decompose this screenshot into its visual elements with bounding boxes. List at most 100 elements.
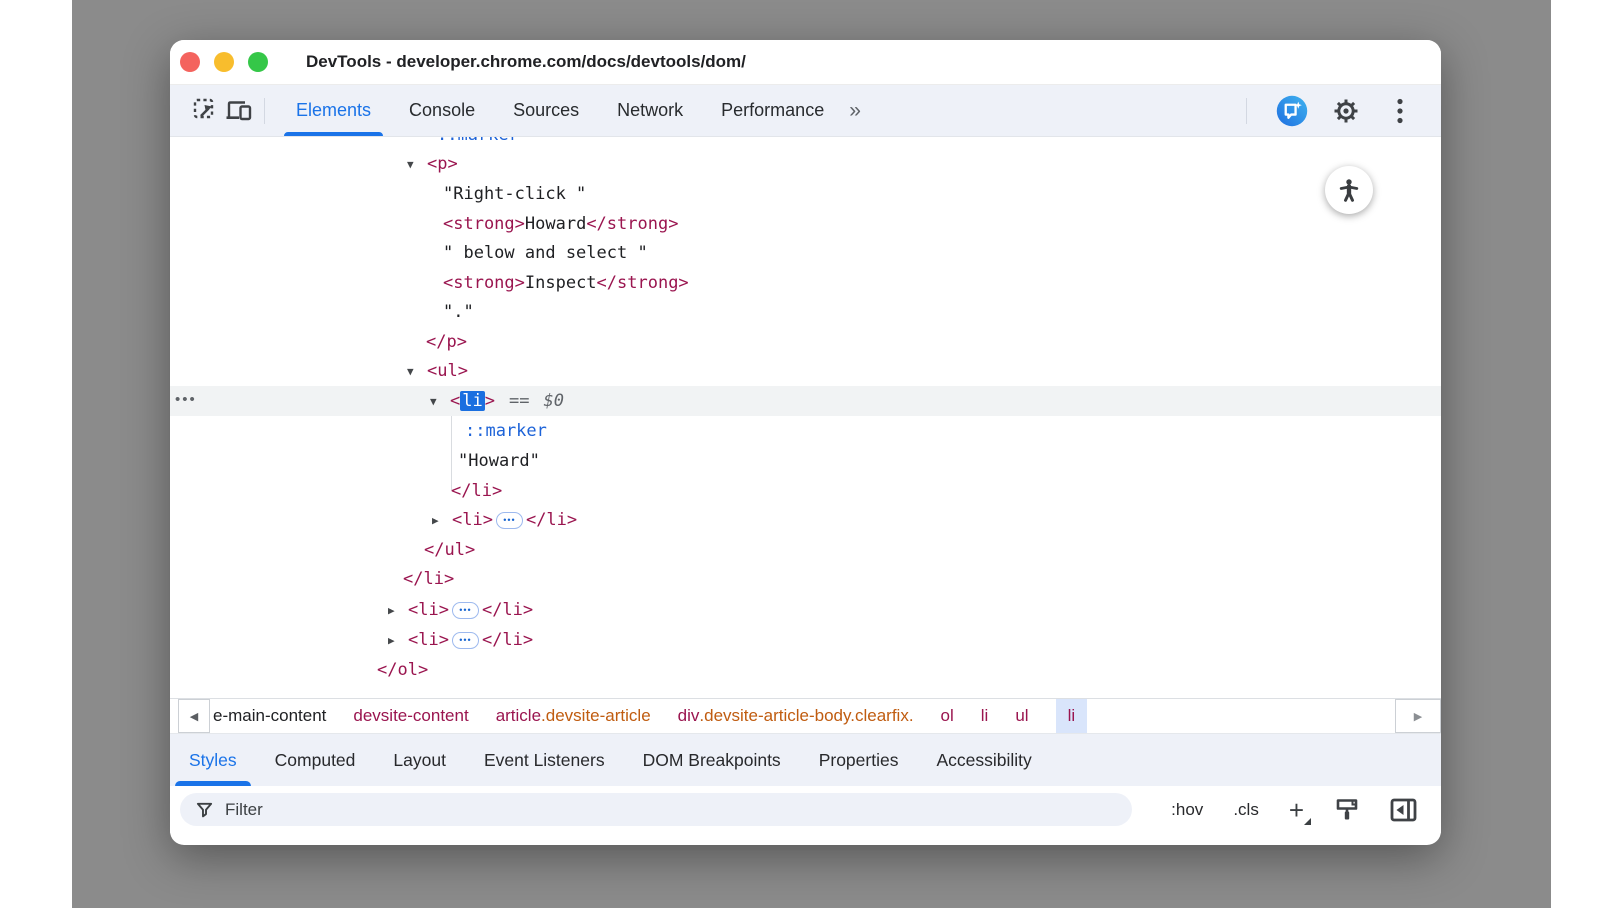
dom-row[interactable]: ▼<p> xyxy=(170,149,1441,179)
tab-layout[interactable]: Layout xyxy=(374,734,465,786)
chevron-down-icon: ▼ xyxy=(407,365,427,378)
dom-row[interactable]: "Right-click " xyxy=(170,179,1441,209)
tag-token: <li> xyxy=(408,630,449,650)
toggle-sidebar-icon[interactable] xyxy=(1390,798,1417,822)
tab-dom-breakpoints[interactable]: DOM Breakpoints xyxy=(624,734,800,786)
device-toolbar-icon[interactable] xyxy=(222,94,256,128)
filter-input[interactable]: Filter xyxy=(180,793,1132,826)
dom-row[interactable]: <strong>Inspect</strong> xyxy=(170,268,1441,298)
breadcrumb-token: article xyxy=(496,706,541,726)
text-token: "Right-click " xyxy=(443,184,586,204)
filter-funnel-icon xyxy=(195,800,214,819)
tab-elements[interactable]: Elements xyxy=(281,85,386,136)
dom-row[interactable]: " below and select " xyxy=(170,238,1441,268)
breadcrumb-item[interactable]: div.devsite-article-body.clearfix. xyxy=(678,699,914,733)
tag-token: </strong> xyxy=(597,273,689,293)
dom-row[interactable]: "Howard" xyxy=(170,446,1441,476)
dom-row[interactable]: </ul> xyxy=(170,535,1441,565)
minimize-window-button[interactable] xyxy=(214,52,234,72)
breadcrumb-item[interactable]: ol xyxy=(941,699,954,733)
dom-row[interactable]: "." xyxy=(170,297,1441,327)
chevron-down-icon: ▼ xyxy=(407,158,427,171)
dom-row[interactable]: </ol> xyxy=(170,655,1441,685)
tag-token: < xyxy=(450,391,460,411)
breadcrumb-item[interactable]: li xyxy=(981,699,989,733)
dom-row[interactable]: ::marker xyxy=(170,416,1441,446)
text-token: "." xyxy=(443,302,474,322)
ai-assistance-icon[interactable] xyxy=(1275,94,1309,128)
breadcrumb-token: .devsite-article xyxy=(541,706,651,726)
chevron-right-icon: ▶ xyxy=(432,514,452,527)
pseudo-marker-token: ::marker xyxy=(465,421,547,441)
tag-token: </p> xyxy=(426,332,467,352)
tag-token: </strong> xyxy=(586,214,678,234)
ellipsis-expand-icon: ••• xyxy=(452,602,479,619)
tag-token: </li> xyxy=(403,569,454,589)
row-options-dots-icon[interactable]: ••• xyxy=(175,386,197,416)
breadcrumb-token: ul xyxy=(1015,706,1028,726)
tag-token: <p> xyxy=(427,154,458,174)
chevron-right-icon: ▶ xyxy=(1414,710,1422,723)
dom-row[interactable]: ▶<li>•••</li> xyxy=(170,505,1441,535)
breadcrumb-item[interactable]: devsite-content xyxy=(353,699,468,733)
rendering-emulation-icon[interactable] xyxy=(1334,796,1360,823)
tag-token: <li> xyxy=(408,600,449,620)
dom-row[interactable]: </li> xyxy=(170,564,1441,594)
tag-token: <strong> xyxy=(443,214,525,234)
dom-row[interactable]: </li> xyxy=(170,476,1441,506)
ellipsis-expand-icon: ••• xyxy=(452,632,479,649)
breadcrumb-token: ol xyxy=(941,706,954,726)
text-token: Howard xyxy=(525,214,586,234)
kebab-menu-icon[interactable] xyxy=(1383,94,1417,128)
sidebar-tab-bar: StylesComputedLayoutEvent ListenersDOM B… xyxy=(170,733,1441,786)
dom-row[interactable]: ▶<li>•••</li> xyxy=(170,625,1441,655)
toggle-element-state-button[interactable]: :hov xyxy=(1171,800,1203,820)
window-titlebar: DevTools - developer.chrome.com/docs/dev… xyxy=(170,40,1441,85)
dom-row[interactable]: </p> xyxy=(170,327,1441,357)
tag-token: </li> xyxy=(482,630,533,650)
new-style-rule-button[interactable]: + xyxy=(1289,797,1304,823)
breadcrumb-token: li xyxy=(981,706,989,726)
breadcrumb-item[interactable]: article.devsite-article xyxy=(496,699,651,733)
text-token: "Howard" xyxy=(458,451,540,471)
tab-network[interactable]: Network xyxy=(602,85,698,136)
breadcrumb-item[interactable]: ul xyxy=(1015,699,1028,733)
tag-token: </li> xyxy=(482,600,533,620)
dollar-zero-token: $0 xyxy=(543,391,563,411)
tab-computed[interactable]: Computed xyxy=(256,734,375,786)
tab-performance[interactable]: Performance xyxy=(706,85,839,136)
chevron-left-icon: ◀ xyxy=(190,710,198,723)
inspect-icon[interactable] xyxy=(188,94,222,128)
tab-accessibility[interactable]: Accessibility xyxy=(917,734,1050,786)
tag-token: <strong> xyxy=(443,273,525,293)
tab-console[interactable]: Console xyxy=(394,85,490,136)
devtools-window: DevTools - developer.chrome.com/docs/dev… xyxy=(170,40,1441,845)
text-token: " below and select " xyxy=(443,243,648,263)
breadcrumb-scroll-left-button[interactable]: ◀ xyxy=(178,699,210,733)
element-classes-button[interactable]: .cls xyxy=(1233,800,1259,820)
tab-event-listeners[interactable]: Event Listeners xyxy=(465,734,624,786)
breadcrumb-item[interactable]: e-main-content xyxy=(213,699,326,733)
tab-properties[interactable]: Properties xyxy=(800,734,918,786)
dom-row-selected[interactable]: •••▼<li>==$0 xyxy=(170,386,1441,416)
text-token: Inspect xyxy=(525,273,597,293)
tab-sources[interactable]: Sources xyxy=(498,85,594,136)
dom-row[interactable]: ▼<ul> xyxy=(170,356,1441,386)
tag-token: <ul> xyxy=(427,361,468,381)
tag-token: > xyxy=(485,391,495,411)
main-toolbar: ElementsConsoleSourcesNetworkPerformance… xyxy=(170,85,1441,137)
dom-row[interactable]: <strong>Howard</strong> xyxy=(170,209,1441,239)
close-window-button[interactable] xyxy=(180,52,200,72)
breadcrumb-scroll-right-button[interactable]: ▶ xyxy=(1395,699,1441,733)
breadcrumb-token: .devsite-article-body.clearfix. xyxy=(699,706,913,726)
tag-token: </li> xyxy=(526,510,577,530)
dom-row[interactable]: ▶<li>•••</li> xyxy=(170,595,1441,625)
more-tabs-icon[interactable]: » xyxy=(849,99,861,123)
maximize-window-button[interactable] xyxy=(248,52,268,72)
breadcrumb-token: li xyxy=(1068,706,1076,726)
tab-styles[interactable]: Styles xyxy=(170,734,256,786)
selected-tag-token: li xyxy=(460,391,484,411)
settings-gear-icon[interactable] xyxy=(1329,94,1363,128)
breadcrumb-item-selected[interactable]: li xyxy=(1056,699,1088,733)
chevron-down-icon: ▼ xyxy=(430,395,450,408)
